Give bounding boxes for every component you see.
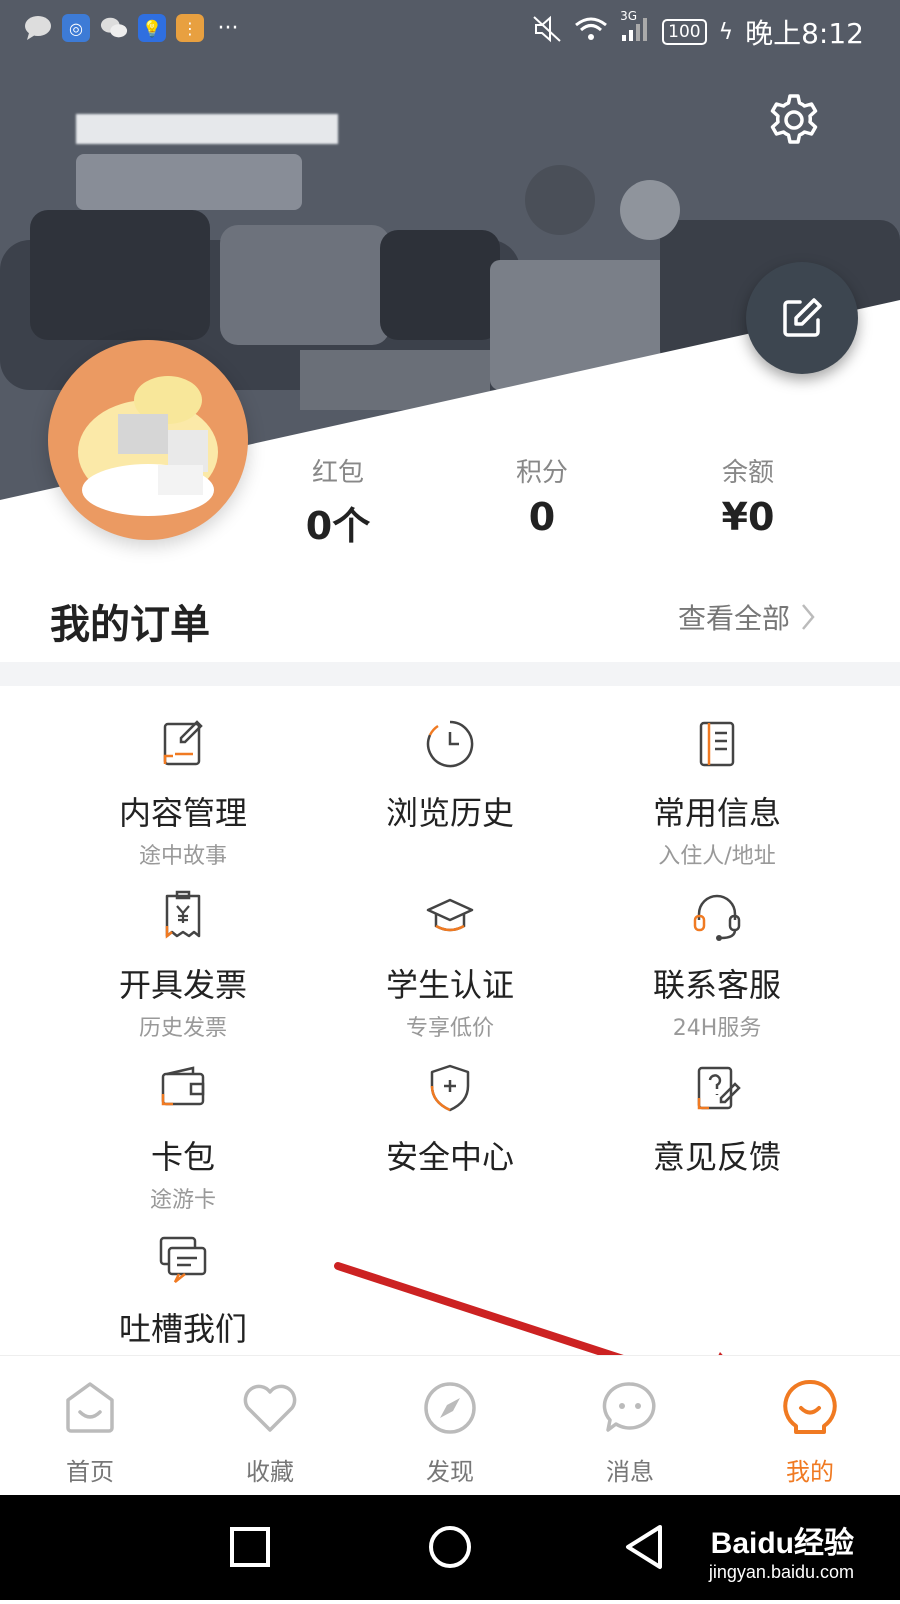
service-title: 意见反馈 <box>652 1138 781 1176</box>
status-bar: ◎ 💡 ⋮ ··· 3G 100 ϟ 晚上8:12 <box>0 0 900 62</box>
wechat-icon <box>100 14 128 42</box>
avatar-image <box>78 376 218 516</box>
service-subtitle: 专享低价 <box>405 1016 494 1041</box>
headset-icon <box>693 894 741 941</box>
tab-label: 发现 <box>426 1458 474 1486</box>
wifi-icon <box>574 15 608 50</box>
status-indicators: 3G 100 ϟ 晚上8:12 <box>532 9 864 52</box>
notebook-icon <box>699 721 735 767</box>
service-content-management[interactable]: 内容管理 途中故事 <box>63 718 303 870</box>
service-title: 联系客服 <box>652 966 781 1004</box>
service-invoice[interactable]: 开具发票 历史发票 <box>63 890 303 1042</box>
charging-icon: ϟ <box>718 19 734 45</box>
service-customer-support[interactable]: 联系客服 24H服务 <box>597 890 837 1042</box>
tab-label: 消息 <box>606 1458 654 1486</box>
service-title: 内容管理 <box>118 794 247 832</box>
service-common-info[interactable]: 常用信息 入住人/地址 <box>597 718 837 870</box>
clock-icon <box>426 720 474 768</box>
service-title: 卡包 <box>150 1138 215 1176</box>
more-notifications-icon: ··· <box>217 15 239 41</box>
orange-app-icon: ⋮ <box>176 14 204 42</box>
stat-points[interactable]: 积分 0 <box>462 452 622 539</box>
back-triangle-icon <box>626 1525 662 1569</box>
service-title: 常用信息 <box>652 794 781 832</box>
tab-favorites[interactable]: 收藏 <box>200 1378 340 1487</box>
service-security-center[interactable]: 安全中心 <box>330 1062 570 1182</box>
my-orders-title: 我的订单 <box>50 602 210 648</box>
stat-label: 红包 <box>311 458 364 488</box>
watermark-url: jingyan.baidu.com <box>708 1562 854 1582</box>
heart-icon <box>243 1384 297 1432</box>
service-subtitle: 入住人/地址 <box>658 844 776 869</box>
stat-label: 余额 <box>721 458 774 488</box>
stat-balance[interactable]: 余额 ¥0 <box>668 452 828 539</box>
clock-time: 晚上8:12 <box>745 17 864 50</box>
battery-indicator: 100 <box>662 19 707 45</box>
section-divider <box>0 662 900 686</box>
watermark-brand: Baidu经验 <box>710 1527 854 1560</box>
service-subtitle: 途中故事 <box>138 844 227 869</box>
settings-button[interactable] <box>766 92 822 148</box>
username-redacted[interactable] <box>76 114 338 144</box>
recent-apps-icon <box>230 1527 270 1567</box>
compass-icon <box>424 1382 476 1434</box>
service-title: 安全中心 <box>385 1138 514 1176</box>
service-title: 浏览历史 <box>385 794 514 832</box>
invoice-icon <box>165 890 201 939</box>
network-type: 3G <box>620 8 638 23</box>
tab-discover[interactable]: 发现 <box>380 1378 520 1487</box>
profile-icon <box>783 1379 837 1434</box>
service-subtitle: 历史发票 <box>138 1016 227 1041</box>
notification-icons: ◎ 💡 ⋮ ··· <box>24 14 242 42</box>
chat-icon <box>159 1236 207 1283</box>
tab-label: 首页 <box>66 1458 114 1486</box>
signal-icon: 3G <box>620 9 650 50</box>
service-title: 吐槽我们 <box>118 1310 247 1348</box>
service-subtitle: 途游卡 <box>149 1188 216 1213</box>
edit-icon <box>783 298 822 337</box>
avatar[interactable] <box>48 340 248 540</box>
chat-bubble-icon <box>24 14 52 42</box>
mute-icon <box>532 15 562 50</box>
home-circle-icon <box>429 1526 471 1568</box>
service-card-wallet[interactable]: 卡包 途游卡 <box>63 1062 303 1214</box>
service-student-verification[interactable]: 学生认证 专享低价 <box>330 890 570 1042</box>
feedback-icon <box>697 1066 741 1110</box>
stat-value: 0 <box>528 495 556 539</box>
baidu-watermark: Baidu经验 jingyan.baidu.com <box>709 1518 854 1583</box>
tab-label: 收藏 <box>246 1458 294 1486</box>
stat-red-packet[interactable]: 红包 0个 <box>258 452 418 550</box>
chevron-right-icon <box>802 604 815 630</box>
graduation-cap-icon <box>426 898 474 932</box>
stat-value: ¥0 <box>721 495 775 539</box>
service-browsing-history[interactable]: 浏览历史 <box>330 718 570 838</box>
service-complain[interactable]: 吐槽我们 <box>63 1234 303 1354</box>
view-all-orders-link[interactable]: 查看全部 <box>678 597 816 637</box>
tab-mine[interactable]: 我的 <box>740 1378 880 1487</box>
edit-document-icon <box>163 720 203 766</box>
wallet-icon <box>161 1066 205 1106</box>
edit-profile-button[interactable] <box>746 262 858 374</box>
tab-messages[interactable]: 消息 <box>560 1378 700 1487</box>
stat-label: 积分 <box>515 458 568 488</box>
user-level-redacted[interactable] <box>76 154 302 210</box>
service-feedback[interactable]: 意见反馈 <box>597 1062 837 1182</box>
service-subtitle: 24H服务 <box>672 1016 762 1041</box>
bottom-navigation: 首页 收藏 发现 消息 我的 <box>0 1355 900 1496</box>
tab-home[interactable]: 首页 <box>20 1378 160 1487</box>
tab-label: 我的 <box>786 1458 834 1486</box>
service-title: 学生认证 <box>385 966 514 1004</box>
gear-icon <box>770 94 818 144</box>
home-icon <box>66 1382 114 1433</box>
stat-value: 0个 <box>305 504 371 548</box>
lightbulb-app-icon: 💡 <box>138 14 166 42</box>
view-all-label: 查看全部 <box>677 602 790 635</box>
shield-icon <box>430 1064 470 1112</box>
service-title: 开具发票 <box>118 966 247 1004</box>
message-icon <box>602 1382 656 1432</box>
browser-icon: ◎ <box>62 14 90 42</box>
